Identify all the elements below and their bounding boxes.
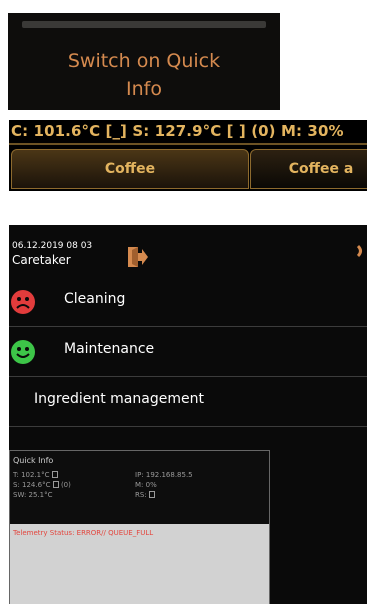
happy-face-icon — [11, 340, 35, 368]
menu-item-maintenance[interactable]: Maintenance — [9, 327, 367, 377]
top-bar — [22, 21, 266, 28]
qi-row-t: T: 102.1°C — [13, 470, 71, 480]
quick-info-panel: Quick Info T: 102.1°C S: 124.6°C (0) SW:… — [9, 450, 270, 604]
menu-item-label: Ingredient management — [34, 391, 204, 407]
sad-face-icon — [11, 290, 35, 318]
qi-t: T: 102.1°C — [13, 471, 50, 479]
qi-s: S: 124.6°C — [13, 481, 51, 489]
qi-s-box — [52, 481, 59, 488]
telemetry-panel: Telemetry Status: ERROR// QUEUE_FULL — [10, 524, 269, 604]
corner-arrow-icon[interactable] — [356, 243, 365, 262]
screen-header: 06.12.2019 08 03 Caretaker — [9, 225, 367, 277]
status-divider — [9, 143, 367, 145]
datetime: 06.12.2019 08 03 — [12, 241, 93, 251]
qi-m: M: 0% — [135, 481, 157, 489]
quick-info-label-line1: Switch on Quick — [67, 50, 221, 72]
qi-t-box — [51, 471, 58, 478]
status-line: C: 101.6°C [_] S: 127.9°C [ ] (0) M: 30% — [11, 122, 344, 140]
user-role: Caretaker — [12, 253, 71, 267]
menu-item-ingredient-management[interactable]: Ingredient management — [9, 377, 367, 427]
menu-item-cleaning[interactable]: Cleaning — [9, 277, 367, 327]
quick-info-label: Switch on Quick Info — [8, 47, 280, 103]
tab-coffee[interactable]: Coffee — [11, 149, 249, 189]
menu-item-label: Maintenance — [64, 341, 155, 357]
qi-sw: SW: 25.1°C — [13, 491, 53, 499]
telemetry-status: Telemetry Status: ERROR// QUEUE_FULL — [13, 529, 154, 537]
menu-item-label: Cleaning — [64, 291, 126, 307]
qi-s-count: (0) — [60, 481, 71, 489]
quick-info-col1: T: 102.1°C S: 124.6°C (0) SW: 25.1°C — [13, 470, 71, 500]
logout-icon[interactable] — [126, 245, 148, 273]
quick-info-label-line2: Info — [126, 78, 162, 100]
coffee-machine-header: C: 101.6°C [_] S: 127.9°C [ ] (0) M: 30%… — [9, 120, 367, 191]
quick-info-title: Quick Info — [13, 456, 54, 465]
quick-info-toggle-button[interactable]: Switch on Quick Info — [8, 13, 280, 110]
caretaker-menu-screen: 06.12.2019 08 03 Caretaker Cleaning Main… — [9, 225, 367, 604]
qi-rs-box — [148, 491, 155, 498]
qi-row-s: S: 124.6°C (0) — [13, 480, 71, 490]
tab-coffee-second[interactable]: Coffee a — [250, 149, 367, 189]
quick-info-col2: IP: 192.168.85.5 M: 0% RS: — [135, 470, 193, 500]
qi-row-rs: RS: — [135, 490, 193, 500]
qi-rs: RS: — [135, 491, 147, 499]
qi-ip: IP: 192.168.85.5 — [135, 471, 193, 479]
